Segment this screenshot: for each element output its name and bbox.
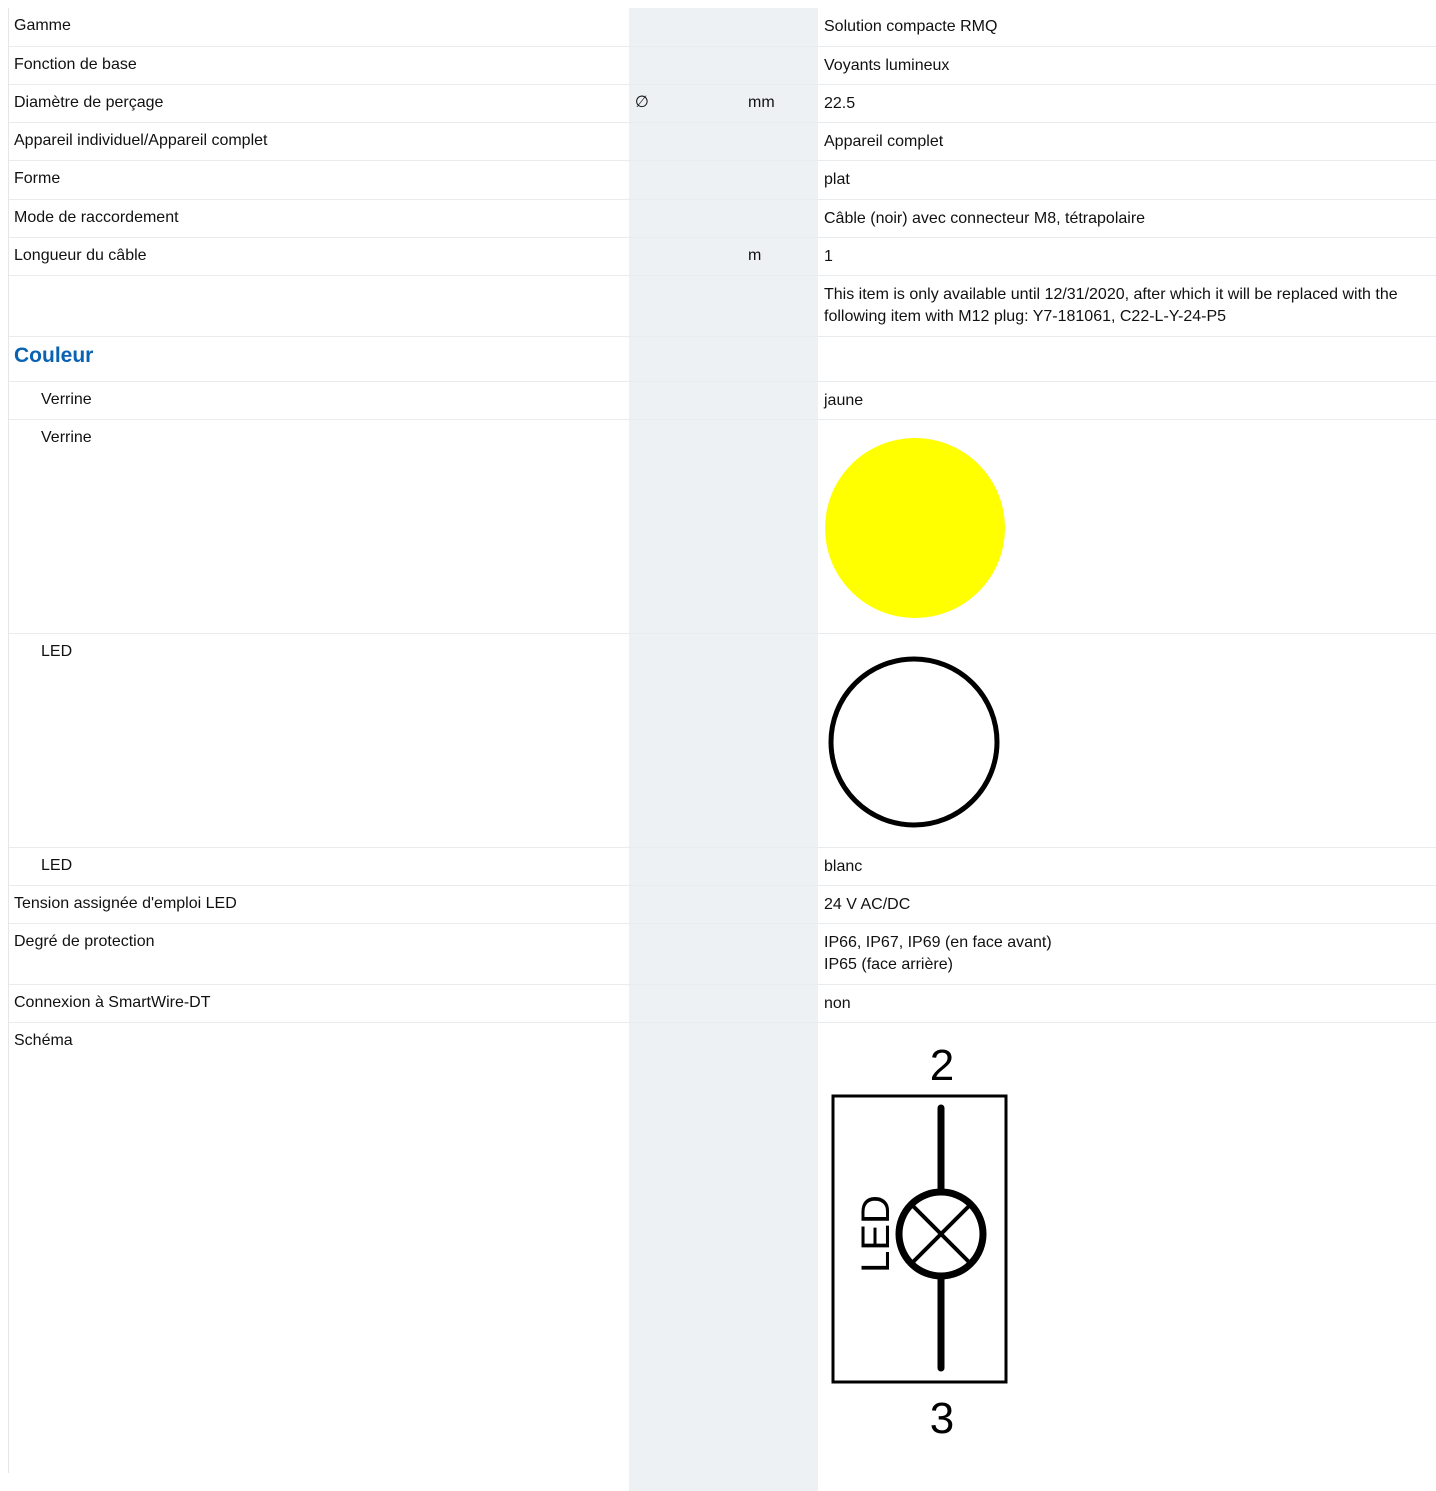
spec-row-tension: Tension assignée d'emploi LED 24 V AC/DC [9, 886, 1436, 924]
availability-note: This item is only available until 12/31/… [824, 286, 1398, 325]
spec-symbol [630, 161, 743, 169]
spec-value: Solution compacte RMQ [824, 18, 998, 35]
spec-row-diametre: Diamètre de perçage ∅ mm 22.5 [9, 85, 1436, 123]
spec-unit: m [748, 247, 762, 264]
spec-unit [743, 200, 819, 208]
spec-row-protection: Degré de protection IP66, IP67, IP69 (en… [9, 924, 1436, 985]
spec-value: IP66, IP67, IP69 (en face avant) IP65 (f… [819, 924, 1436, 976]
spec-label: LED [41, 857, 73, 874]
spec-row-appareil: Appareil individuel/Appareil complet App… [9, 123, 1436, 161]
spec-label: LED [41, 643, 73, 660]
spec-label: Verrine [41, 391, 92, 408]
availability-note-row: This item is only available until 12/31/… [9, 276, 1436, 337]
verrine-color-circle [825, 438, 1005, 618]
spec-label: Longueur du câble [14, 247, 147, 264]
color-row-led-text: LED blanc [9, 848, 1436, 886]
spec-value: plat [824, 171, 850, 188]
spec-row-forme: Forme plat [9, 161, 1436, 200]
spec-value: non [824, 995, 851, 1012]
spec-row-fonction: Fonction de base Voyants lumineux [9, 47, 1436, 85]
spec-label: Mode de raccordement [14, 209, 179, 226]
spec-label: Schéma [14, 1032, 73, 1049]
section-title: Couleur [14, 344, 94, 367]
spec-value: Voyants lumineux [824, 57, 950, 74]
spec-label: Tension assignée d'emploi LED [14, 895, 237, 912]
section-couleur-row: Couleur [9, 337, 1436, 382]
spec-label: Fonction de base [14, 56, 137, 73]
spec-unit [743, 123, 819, 131]
spec-row-smartwire: Connexion à SmartWire-DT non [9, 985, 1436, 1023]
spec-symbol [630, 238, 743, 246]
spec-label: Degré de protection [14, 933, 155, 950]
color-row-led-swatch: LED [9, 634, 1436, 848]
spec-label: Diamètre de perçage [14, 94, 164, 111]
spec-value-line: IP65 (face arrière) [824, 956, 953, 973]
spec-symbol [630, 200, 743, 208]
spec-label: Appareil individuel/Appareil complet [14, 132, 268, 149]
spec-unit: mm [748, 94, 775, 111]
spec-value: blanc [824, 858, 863, 875]
spec-value: Appareil complet [824, 133, 944, 150]
terminal-bottom-label: 3 [930, 1394, 954, 1435]
spec-table: Gamme Solution compacte RMQ Fonction de … [8, 8, 1436, 1473]
color-row-verrine-swatch: Verrine [9, 420, 1436, 634]
led-swatch [819, 634, 1436, 832]
spec-row-cable-length: Longueur du câble m 1 [9, 238, 1436, 276]
terminal-top-label: 2 [930, 1041, 954, 1090]
spec-unit [743, 161, 819, 169]
spec-value: 22.5 [824, 95, 856, 112]
spec-symbol [630, 123, 743, 131]
led-color-circle [828, 656, 1000, 828]
wiring-diagram: 2 LED 3 [819, 1023, 1436, 1435]
led-schematic: 2 LED 3 [831, 1041, 1008, 1435]
spec-symbol [630, 8, 743, 16]
led-text: LED [854, 1195, 898, 1273]
spec-label: Verrine [41, 429, 92, 446]
spec-label: Connexion à SmartWire-DT [14, 994, 211, 1011]
spec-symbol [630, 47, 743, 55]
spec-value: Câble (noir) avec connecteur M8, tétrapo… [824, 210, 1146, 227]
color-row-verrine-text: Verrine jaune [9, 382, 1436, 420]
spec-row-raccordement: Mode de raccordement Câble (noir) avec c… [9, 200, 1436, 238]
spec-label: Forme [14, 170, 61, 187]
spec-value: jaune [824, 392, 864, 409]
spec-value: 24 V AC/DC [824, 896, 911, 913]
spec-unit [743, 8, 819, 16]
spec-row-gamme: Gamme Solution compacte RMQ [9, 8, 1436, 47]
spec-row-schema: Schéma 2 LED 3 [9, 1023, 1436, 1473]
verrine-swatch [819, 420, 1436, 620]
spec-unit [743, 47, 819, 55]
spec-value: 1 [824, 248, 833, 265]
spec-label: Gamme [14, 17, 71, 34]
spec-value-line: IP66, IP67, IP69 (en face avant) [824, 934, 1052, 951]
diameter-symbol: ∅ [635, 94, 649, 111]
